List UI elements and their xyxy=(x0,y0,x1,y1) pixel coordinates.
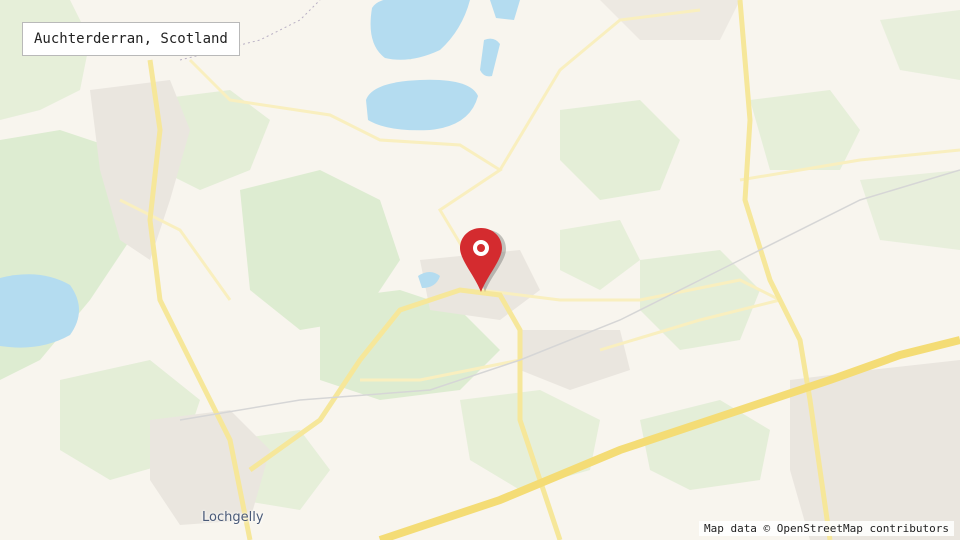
place-label-lochgelly: Lochgelly xyxy=(202,510,264,525)
map-canvas[interactable]: Auchterderran, Scotland Lochgelly Map da… xyxy=(0,0,960,540)
map-pin-icon[interactable] xyxy=(458,226,506,294)
map-attribution[interactable]: Map data © OpenStreetMap contributors xyxy=(698,521,954,536)
location-title: Auchterderran, Scotland xyxy=(22,22,240,56)
